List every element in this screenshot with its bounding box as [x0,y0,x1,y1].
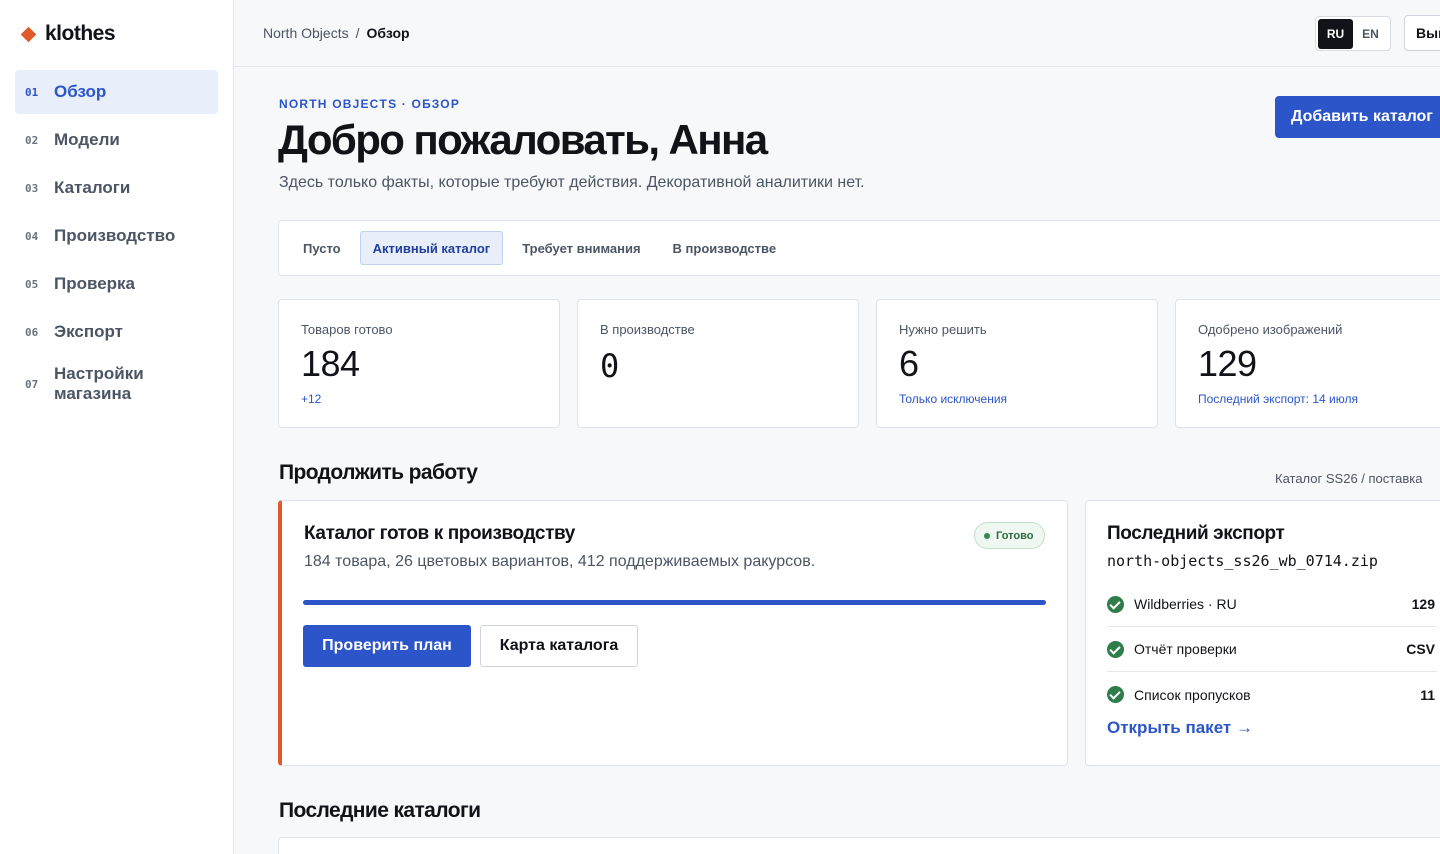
list-item-value: 129 [1411,596,1435,612]
sidebar-item-label: Экспорт [54,322,123,341]
breadcrumb-separator: / [355,25,360,41]
stat-note-link[interactable]: Последний экспорт: 14 июля [1198,392,1358,406]
section-title-continue: Продолжить работу [279,461,478,484]
state-filter-bar: Пусто Активный каталог Требует внимания … [278,220,1440,276]
stat-value: 184 [301,343,360,384]
sidebar-nav: 01 Обзор 02 Модели 03 Каталоги 04 Произв… [15,70,218,414]
sidebar-item-store-settings[interactable]: 07 Настройки магазина [15,358,218,410]
tab-in-production[interactable]: В производстве [660,231,790,265]
sidebar-item-models[interactable]: 02 Модели [15,118,218,162]
sidebar-item-number: 06 [25,325,39,339]
progress-fill [303,600,1046,605]
list-item-label: Wildberries · RU [1134,596,1237,612]
tab-empty[interactable]: Пусто [290,231,354,265]
stat-label: Нужно решить [899,322,987,337]
list-item-label: Отчёт проверки [1134,641,1237,657]
list-item: Отчёт проверки CSV [1107,627,1437,672]
stat-card-in-production: В производстве 0 [577,299,859,428]
list-item: Wildberries · RU 129 [1107,582,1437,627]
sidebar-item-overview[interactable]: 01 Обзор [15,70,218,114]
open-package-link[interactable]: Открыть пакет → [1107,718,1253,738]
stat-value: 0 [600,347,619,385]
add-catalog-button[interactable]: Добавить каталог [1275,96,1440,138]
sidebar-item-label: Каталоги [54,178,131,197]
sidebar-item-label: Производство [54,226,176,245]
list-item-label: Список пропусков [1134,686,1251,703]
stat-note: +12 [301,392,322,406]
sidebar: klothes 01 Обзор 02 Модели 03 Каталоги 0… [0,0,234,854]
stat-card-ready: Товаров готово 184 +12 [278,299,560,428]
tab-active-catalog[interactable]: Активный каталог [359,231,504,265]
stat-card-to-decide: Нужно решить 6 Только исключения [876,299,1158,428]
breadcrumb: North Objects / Обзор [263,25,410,41]
language-switcher: RU EN [1315,16,1391,51]
status-badge-label: Готово [996,529,1034,542]
sidebar-item-number: 04 [25,229,39,243]
export-filename: north-objects_ss26_wb_0714.zip [1107,552,1378,570]
breadcrumb-current: Обзор [366,25,410,41]
status-dot-icon [984,532,990,539]
sidebar-item-number: 07 [25,377,39,391]
status-badge: Готово [974,522,1046,549]
brand-logo[interactable]: klothes [20,22,116,46]
section-title-recent: Последние каталоги [279,799,481,822]
list-item: Список пропусков 11 [1107,672,1437,717]
sidebar-item-number: 03 [25,181,39,195]
stat-value: 6 [899,343,919,384]
catalog-status-card: Каталог готов к производству 184 товара,… [278,500,1068,766]
stat-value: 129 [1198,343,1257,384]
sidebar-item-catalogs[interactable]: 03 Каталоги [15,166,218,210]
page-eyebrow: NORTH OBJECTS · ОБЗОР [279,97,461,111]
check-circle-icon [1107,686,1124,703]
catalog-map-button[interactable]: Карта каталога [480,625,638,667]
sidebar-item-number: 02 [25,133,39,147]
check-circle-icon [1107,595,1124,613]
sidebar-item-number: 01 [25,85,39,99]
stat-card-approved-images: Одобрено изображений 129 Последний экспо… [1175,299,1440,428]
section-meta: Каталог SS26 / поставка [1275,471,1423,486]
stat-label: В производстве [600,322,695,337]
stats-row: Товаров готово 184 +12 В производстве 0 … [278,299,1440,428]
sidebar-item-production[interactable]: 04 Производство [15,214,218,258]
last-export-card: Последний экспорт north-objects_ss26_wb_… [1085,500,1440,766]
stat-label: Товаров готово [301,322,393,337]
progress-bar [303,600,1046,605]
page-subtitle: Здесь только факты, которые требуют дейс… [279,174,865,191]
brand-name: klothes [45,22,116,45]
sidebar-item-label: Настройки магазина [54,364,144,403]
lang-ru-button[interactable]: RU [1318,18,1353,49]
card-title: Последний экспорт [1107,523,1285,544]
topbar: North Objects / Обзор RU EN Вый [234,0,1440,67]
recent-catalogs-table [278,837,1440,854]
logout-button[interactable]: Вый [1404,15,1440,51]
sidebar-item-label: Обзор [54,82,107,101]
check-circle-icon [1107,640,1124,658]
stat-note-link[interactable]: Только исключения [899,392,1007,406]
export-list: Wildberries · RU 129 Отчёт проверки CSV … [1107,582,1437,717]
sidebar-item-number: 05 [25,277,39,291]
card-description: 184 товара, 26 цветовых вариантов, 412 п… [304,553,816,570]
sidebar-item-label: Модели [54,130,120,149]
diamond-logo-icon [20,26,37,42]
sidebar-item-label: Проверка [54,274,136,293]
sidebar-item-export[interactable]: 06 Экспорт [15,310,218,354]
list-item-value: CSV [1406,641,1435,657]
sidebar-item-review[interactable]: 05 Проверка [15,262,218,306]
list-item-value: 11 [1420,686,1435,703]
breadcrumb-parent[interactable]: North Objects [263,25,349,41]
lang-en-button[interactable]: EN [1353,19,1388,49]
page-title: Добро пожаловать, Анна [278,116,768,163]
review-plan-button[interactable]: Проверить план [303,625,471,667]
stat-label: Одобрено изображений [1198,322,1343,337]
tab-needs-attention[interactable]: Требует внимания [509,231,653,265]
card-title: Каталог готов к производству [304,523,575,544]
